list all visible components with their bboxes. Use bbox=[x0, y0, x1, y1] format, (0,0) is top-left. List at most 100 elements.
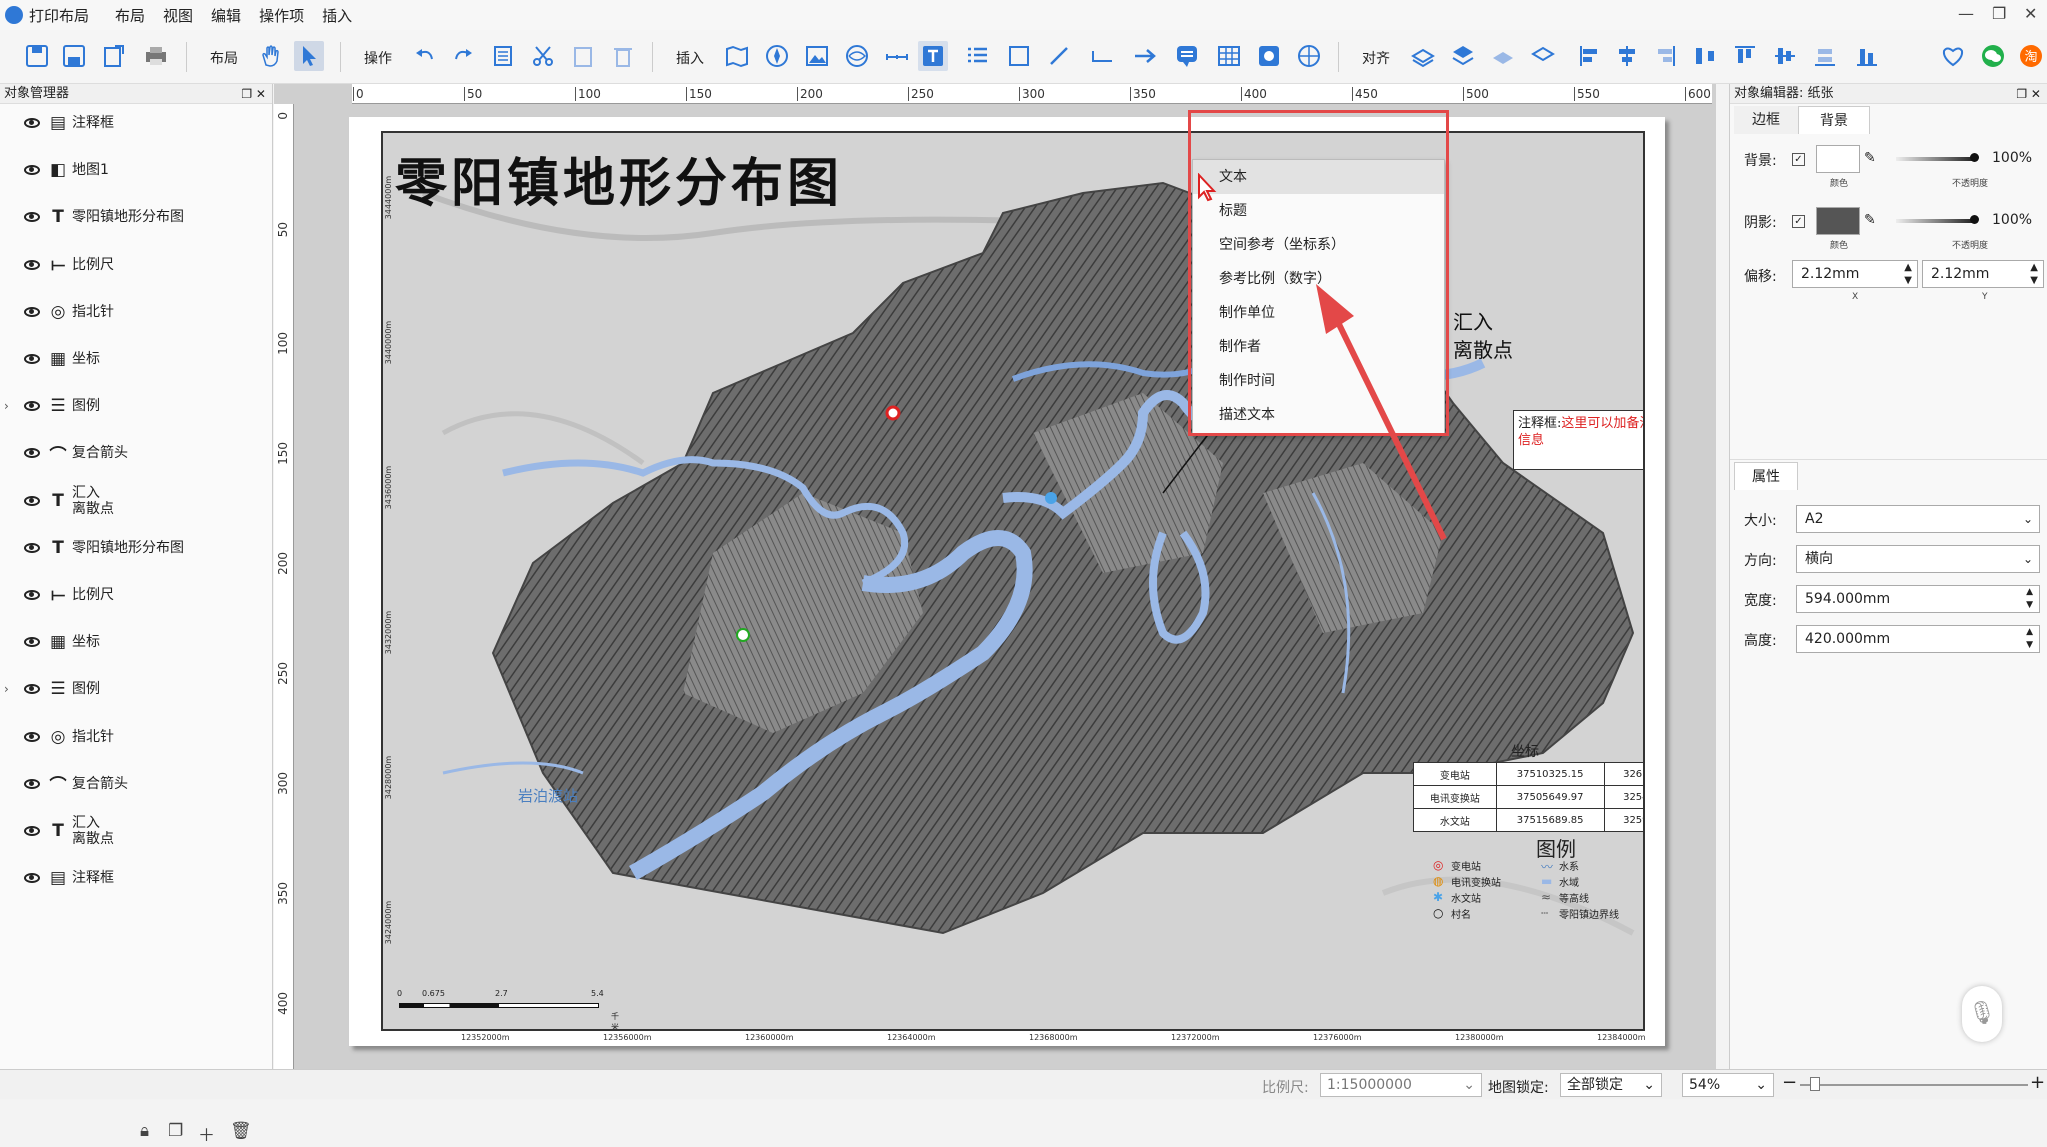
shadow-color-swatch[interactable] bbox=[1816, 207, 1860, 235]
insert-comment-icon[interactable] bbox=[1172, 41, 1202, 71]
visibility-eye-icon[interactable] bbox=[24, 590, 40, 600]
background-opacity-knob[interactable] bbox=[1970, 153, 1979, 162]
object-item[interactable]: ◧ 地图1 bbox=[0, 155, 270, 185]
visibility-eye-icon[interactable] bbox=[24, 306, 40, 317]
offset-x-input[interactable]: 2.12mm ▲ ▼ bbox=[1792, 260, 1918, 288]
visibility-eye-icon[interactable] bbox=[24, 354, 40, 364]
visibility-eye-icon[interactable] bbox=[24, 165, 40, 176]
zoom-slider[interactable] bbox=[1800, 1084, 2028, 1086]
trash-icon[interactable]: 🗑︎ bbox=[230, 1121, 252, 1141]
callout-box[interactable]: 注释框:这里可以加备注信息 bbox=[1513, 410, 1643, 470]
object-item[interactable]: › ☰ 图例 bbox=[0, 674, 270, 704]
visibility-eye-icon[interactable] bbox=[24, 401, 40, 412]
zoom-slider-knob[interactable] bbox=[1810, 1077, 1820, 1091]
insert-arrow-icon[interactable] bbox=[1130, 41, 1160, 71]
insert-map-icon[interactable] bbox=[722, 41, 752, 71]
object-item[interactable]: T 汇入 离散点 bbox=[0, 815, 270, 847]
shadow-checkbox[interactable]: ✓ bbox=[1792, 215, 1805, 228]
wechat-icon[interactable] bbox=[1978, 41, 2008, 71]
visibility-eye-icon[interactable] bbox=[24, 637, 40, 648]
menu-view[interactable]: 视图 bbox=[163, 5, 193, 26]
object-item[interactable]: ⟝ 比例尺 bbox=[0, 580, 270, 610]
map-frame[interactable]: 零阳镇地形分布图 汇入 离散点 注释框:这里可以加备注信息 坐标 变电站 3751… bbox=[381, 131, 1645, 1031]
spinner-icon[interactable]: ▲ ▼ bbox=[2026, 626, 2033, 652]
layer-top-icon[interactable] bbox=[1488, 41, 1518, 71]
pan-hand-icon[interactable] bbox=[256, 41, 286, 71]
align-middle-icon[interactable] bbox=[1770, 41, 1800, 71]
spinner-icon[interactable]: ▲ ▼ bbox=[1904, 261, 1912, 287]
tab-background[interactable]: 背景 bbox=[1798, 106, 1870, 134]
insert-scalebar-icon[interactable] bbox=[882, 41, 912, 71]
taobao-icon[interactable]: 淘 bbox=[2016, 41, 2046, 71]
cut-icon[interactable] bbox=[528, 41, 558, 71]
close-icon[interactable]: ✕ bbox=[2024, 4, 2037, 23]
eyedropper-icon[interactable]: ✎ bbox=[1864, 150, 1876, 166]
map-lock-select[interactable]: 全部锁定 ⌄ bbox=[1560, 1073, 1662, 1097]
select-pointer-icon[interactable] bbox=[294, 41, 324, 71]
menu-insert[interactable]: 插入 bbox=[322, 5, 352, 26]
eyedropper-icon[interactable]: ✎ bbox=[1864, 212, 1876, 228]
layer-bottom-icon[interactable] bbox=[1528, 41, 1558, 71]
orientation-select[interactable]: 横向 ⌄ bbox=[1796, 545, 2040, 573]
add-icon[interactable]: ＋ bbox=[198, 1121, 215, 1146]
dropdown-item[interactable]: 文本 bbox=[1193, 160, 1444, 194]
copy-icon[interactable] bbox=[488, 41, 518, 71]
object-item[interactable]: › ☰ 图例 bbox=[0, 391, 270, 421]
distribute-h-icon[interactable] bbox=[1690, 41, 1720, 71]
visibility-eye-icon[interactable] bbox=[24, 731, 40, 742]
coord-table[interactable]: 变电站37510325.153261631.39电讯变换站37505649.97… bbox=[1413, 762, 1643, 832]
insert-rectangle-icon[interactable] bbox=[1004, 41, 1034, 71]
menu-edit[interactable]: 编辑 bbox=[211, 5, 241, 26]
duplicate-icon[interactable]: ❐ bbox=[168, 1121, 183, 1141]
object-item[interactable]: ▦ 坐标 bbox=[0, 344, 270, 374]
visibility-eye-icon[interactable] bbox=[24, 826, 40, 836]
insert-compass-icon[interactable] bbox=[762, 41, 792, 71]
export-icon[interactable] bbox=[99, 41, 129, 71]
microphone-icon[interactable]: 🎙︎ bbox=[1962, 986, 2002, 1042]
visibility-eye-icon[interactable] bbox=[24, 873, 40, 884]
background-opacity-slider[interactable] bbox=[1896, 157, 1974, 161]
align-right-icon[interactable] bbox=[1650, 41, 1680, 71]
object-item[interactable]: ◎ 指北针 bbox=[0, 722, 270, 752]
visibility-eye-icon[interactable] bbox=[24, 448, 40, 459]
align-top-icon[interactable] bbox=[1730, 41, 1760, 71]
align-left-icon[interactable] bbox=[1575, 41, 1605, 71]
undo-icon[interactable] bbox=[410, 41, 440, 71]
align-center-icon[interactable] bbox=[1612, 41, 1642, 71]
visibility-eye-icon[interactable] bbox=[24, 778, 40, 789]
panel-controls-icon[interactable]: ❐ ✕ bbox=[2016, 84, 2041, 104]
visibility-eye-icon[interactable] bbox=[24, 259, 40, 270]
offset-y-input[interactable]: 2.12mm ▲ ▼ bbox=[1922, 260, 2044, 288]
visibility-eye-icon[interactable] bbox=[24, 684, 40, 695]
visibility-eye-icon[interactable] bbox=[24, 542, 40, 553]
paper[interactable]: 零阳镇地形分布图 汇入 离散点 注释框:这里可以加备注信息 坐标 变电站 3751… bbox=[349, 117, 1665, 1046]
expand-icon[interactable]: › bbox=[4, 399, 9, 413]
width-input[interactable]: 594.000mm ▲ ▼ bbox=[1796, 585, 2040, 613]
shadow-opacity-slider[interactable] bbox=[1896, 219, 1974, 223]
map-title[interactable]: 零阳镇地形分布图 bbox=[395, 141, 843, 216]
scale-select[interactable]: 1:15000000 ⌄ bbox=[1320, 1073, 1482, 1097]
menu-layout[interactable]: 布局 bbox=[115, 5, 145, 26]
object-item[interactable]: ⟝ 比例尺 bbox=[0, 250, 270, 280]
expand-icon[interactable]: › bbox=[4, 682, 9, 696]
insert-polyline-icon[interactable] bbox=[1088, 41, 1118, 71]
object-item[interactable]: ⌒ 复合箭头 bbox=[0, 438, 270, 468]
menu-operations[interactable]: 操作项 bbox=[259, 5, 304, 26]
print-icon[interactable] bbox=[141, 41, 171, 71]
insert-legend-icon[interactable] bbox=[962, 41, 992, 71]
object-item[interactable]: ▤ 注释框 bbox=[0, 108, 270, 138]
object-item[interactable]: ▦ 坐标 bbox=[0, 627, 270, 657]
object-item[interactable]: ⌒ 复合箭头 bbox=[0, 769, 270, 799]
object-item[interactable]: T 汇入 离散点 bbox=[0, 485, 270, 517]
zoom-select[interactable]: 54% ⌄ bbox=[1682, 1073, 1774, 1097]
converge-label[interactable]: 汇入 离散点 bbox=[1453, 308, 1513, 364]
background-color-swatch[interactable] bbox=[1816, 145, 1860, 173]
object-item[interactable]: T 零阳镇地形分布图 bbox=[0, 202, 270, 232]
spinner-icon[interactable]: ▲ ▼ bbox=[2026, 586, 2033, 612]
insert-web-icon[interactable] bbox=[1294, 41, 1324, 71]
insert-line-icon[interactable] bbox=[1044, 41, 1074, 71]
paste-icon[interactable] bbox=[568, 41, 598, 71]
size-select[interactable]: A2 ⌄ bbox=[1796, 505, 2040, 533]
layer-up-icon[interactable] bbox=[1408, 41, 1438, 71]
open-icon[interactable] bbox=[22, 41, 52, 71]
